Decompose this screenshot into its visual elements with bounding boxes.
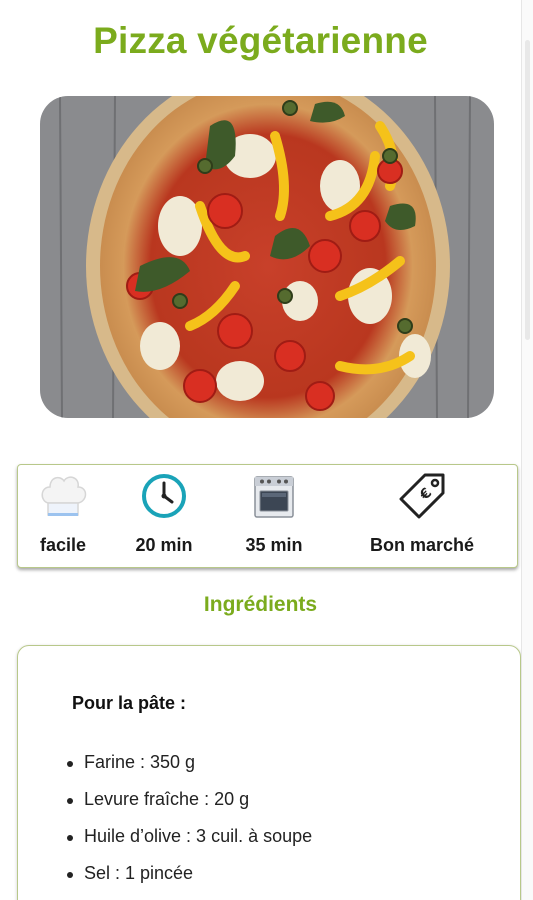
clock-icon (137, 469, 191, 523)
page-scrollbar[interactable] (521, 0, 533, 900)
cost-info: € Bon marché (348, 465, 496, 569)
cook-time-label: 35 min (245, 535, 303, 555)
recipe-photo (40, 96, 494, 418)
oven-icon (247, 469, 301, 523)
scrollbar-thumb[interactable] (525, 40, 530, 340)
cost-label: Bon marché (369, 535, 475, 555)
recipe-page: Pizza végétarienne facile 20 min 35 min … (0, 0, 533, 900)
prep-time-label: 20 min (135, 535, 193, 555)
recipe-info-bar: facile 20 min 35 min € Bon marché (17, 464, 518, 568)
difficulty-info: facile (18, 465, 108, 569)
price-tag-icon: € (395, 469, 449, 523)
ingredient-item: Huile d’olive : 3 cuil. à soupe (66, 826, 312, 863)
cook-time-info: 35 min (228, 465, 320, 569)
ingredient-item: Farine : 350 g (66, 752, 312, 789)
prep-time-info: 20 min (118, 465, 210, 569)
recipe-title: Pizza végétarienne (93, 20, 428, 61)
ingredient-group-title: Pour la pâte : (72, 693, 187, 713)
ingredient-item: Sel : 1 pincée (66, 863, 312, 900)
ingredients-heading: Ingrédients (203, 593, 318, 616)
chef-hat-icon (36, 469, 90, 523)
ingredient-item: Levure fraîche : 20 g (66, 789, 312, 826)
difficulty-label: facile (39, 535, 87, 555)
ingredient-list: Farine : 350 g Levure fraîche : 20 g Hui… (66, 752, 312, 900)
ingredients-card: Pour la pâte : Farine : 350 g Levure fra… (17, 645, 521, 900)
